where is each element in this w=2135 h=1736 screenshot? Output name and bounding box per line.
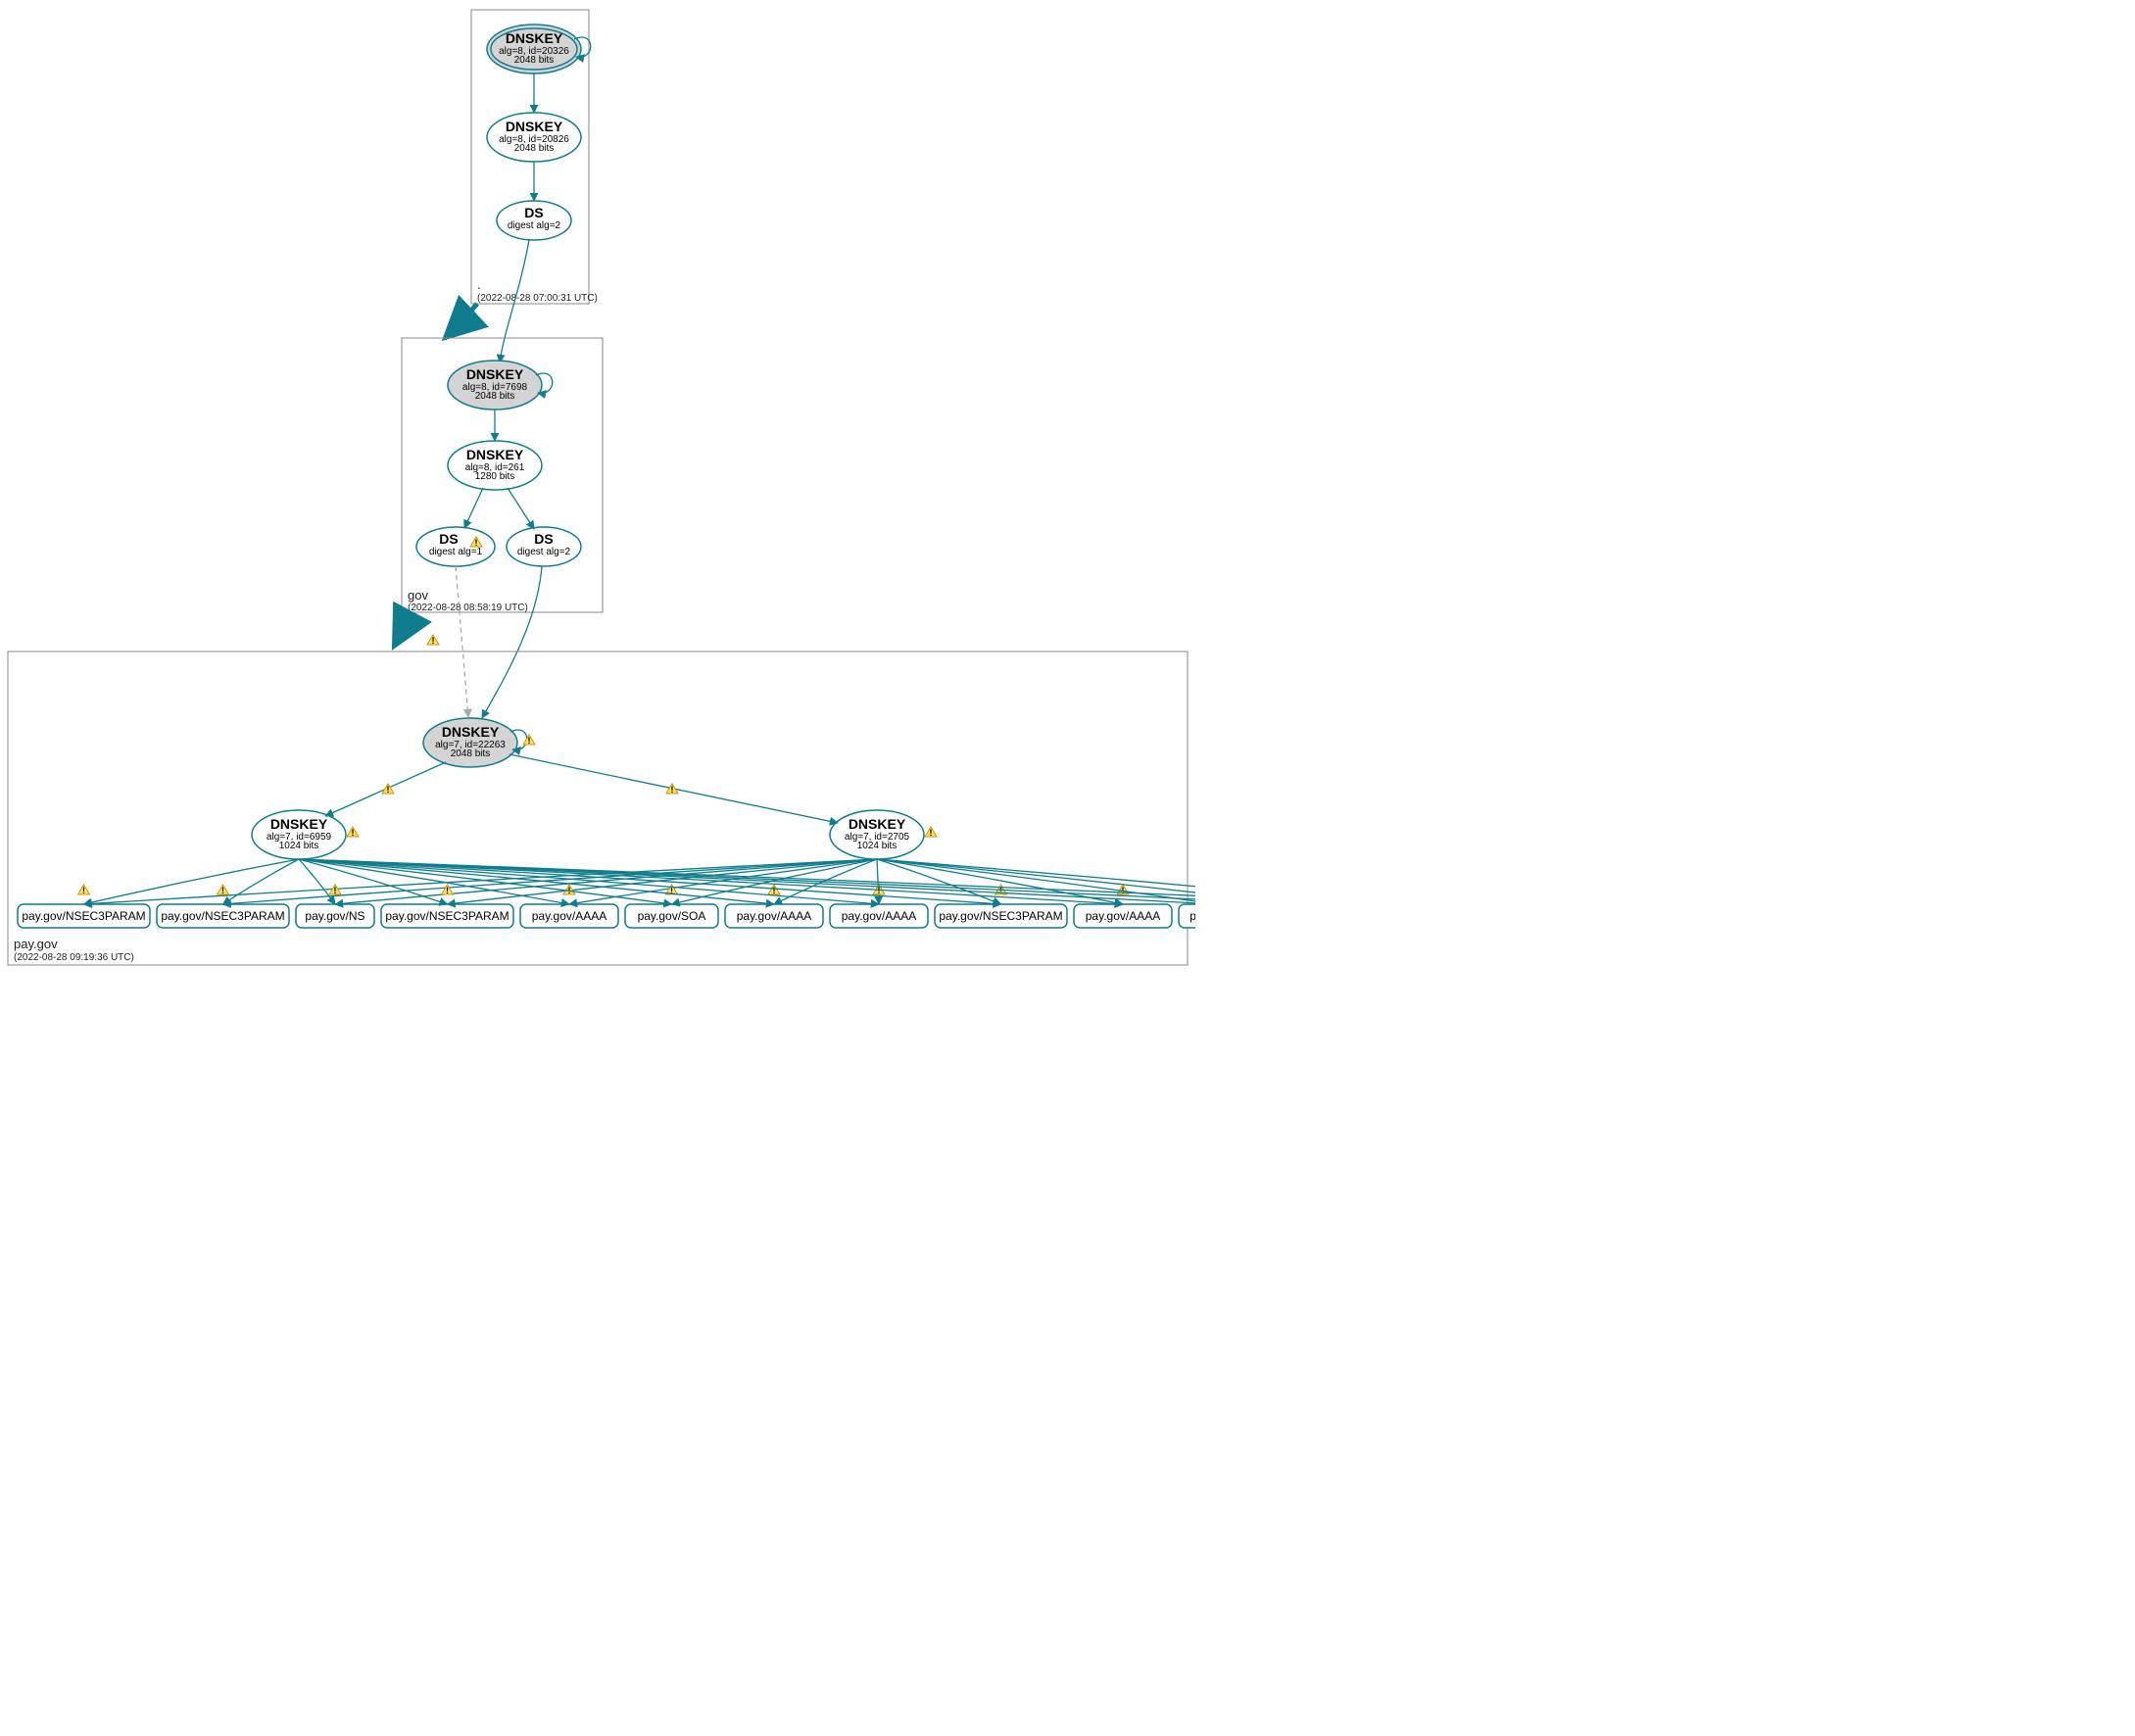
svg-text:!: ! — [387, 785, 390, 795]
svg-text:!: ! — [352, 828, 355, 838]
svg-text:DNSKEY: DNSKEY — [849, 816, 906, 832]
svg-text:DS: DS — [524, 205, 543, 220]
warning-icon: ! — [427, 635, 439, 646]
zone-arrow-root-gov — [445, 304, 477, 338]
zone-arrow-gov-pay — [394, 612, 412, 647]
node-gov-ds1: DS digest alg=1 — [416, 527, 495, 566]
svg-text:!: ! — [221, 886, 224, 895]
svg-text:DNSKEY: DNSKEY — [442, 724, 500, 740]
record-label: pay.gov/NSEC3PARAM — [385, 909, 509, 923]
record-label: pay.gov/SOA — [638, 909, 706, 923]
node-pay-ksk: DNSKEY alg=7, id=22263 2048 bits — [423, 718, 517, 767]
warning-icon: ! — [218, 885, 229, 895]
node-pay-zsk1: DNSKEY alg=7, id=6959 1024 bits — [252, 810, 346, 859]
warning-icon: ! — [442, 885, 454, 895]
warning-icon: ! — [382, 784, 394, 795]
record-label: pay.gov/AAAA — [532, 909, 607, 923]
zone-root-label: . — [477, 277, 481, 292]
svg-text:!: ! — [671, 785, 674, 795]
svg-text:DS: DS — [534, 531, 553, 547]
warning-icon: ! — [329, 885, 341, 895]
svg-text:DNSKEY: DNSKEY — [466, 447, 524, 462]
record-label: pay.gov/NSEC3PARAM — [161, 909, 284, 923]
record-label: pay.gov/AAAA — [842, 909, 917, 923]
zone-pay-label: pay.gov — [14, 937, 58, 951]
zone-pay-ts: (2022-08-28 09:19:36 UTC) — [14, 952, 134, 963]
svg-text:1280 bits: 1280 bits — [475, 471, 515, 482]
zone-gov: gov (2022-08-28 08:58:19 UTC) DNSKEY alg… — [402, 338, 603, 613]
svg-text:digest alg=2: digest alg=2 — [517, 547, 571, 557]
record-label: pay.gov/NSEC3PARAM — [939, 909, 1062, 923]
svg-text:!: ! — [930, 828, 933, 838]
record-label: pay.gov/NS — [305, 909, 364, 923]
node-pay-zsk2: DNSKEY alg=7, id=2705 1024 bits — [830, 810, 924, 859]
warning-icon: ! — [925, 827, 937, 838]
warning-icon: ! — [768, 885, 780, 895]
warning-icon: ! — [78, 885, 90, 895]
record-label: pay.gov/A — [1189, 909, 1195, 923]
svg-text:2048 bits: 2048 bits — [475, 391, 515, 402]
zone-root-ts: (2022-08-28 07:00:31 UTC) — [477, 293, 598, 304]
svg-text:!: ! — [528, 736, 531, 746]
svg-text:!: ! — [475, 538, 478, 548]
svg-text:!: ! — [334, 886, 337, 895]
edge-govds1-payksk — [456, 566, 468, 717]
zone-gov-label: gov — [408, 588, 428, 603]
svg-text:!: ! — [432, 636, 435, 646]
warning-icon: ! — [347, 827, 359, 838]
svg-text:!: ! — [82, 886, 85, 895]
svg-text:digest alg=2: digest alg=2 — [508, 220, 561, 231]
zone-pay: pay.gov (2022-08-28 09:19:36 UTC) DNSKEY… — [8, 651, 1195, 965]
node-gov-zsk: DNSKEY alg=8, id=261 1280 bits — [448, 441, 542, 490]
svg-text:DNSKEY: DNSKEY — [506, 119, 563, 134]
svg-text:2048 bits: 2048 bits — [514, 55, 555, 66]
svg-text:!: ! — [773, 886, 776, 895]
svg-text:!: ! — [446, 886, 449, 895]
edge-govzsk-ds2 — [508, 488, 534, 529]
zone-root: . (2022-08-28 07:00:31 UTC) DNSKEY alg=8… — [471, 10, 598, 304]
node-root-ds: DS digest alg=2 — [497, 201, 571, 240]
svg-text:2048 bits: 2048 bits — [451, 748, 491, 759]
edge-govzsk-ds1 — [464, 488, 483, 528]
zone-gov-ts: (2022-08-28 08:58:19 UTC) — [408, 603, 528, 613]
records-layer: pay.gov/NSEC3PARAM! pay.gov/NSEC3PARAM! pa… — [18, 859, 1195, 928]
edge-govds2-payksk — [482, 566, 542, 718]
record-label: pay.gov/AAAA — [1086, 909, 1161, 923]
svg-text:1024 bits: 1024 bits — [279, 841, 319, 851]
svg-text:DNSKEY: DNSKEY — [270, 816, 328, 832]
dnssec-diagram: . (2022-08-28 07:00:31 UTC) DNSKEY alg=8… — [0, 0, 1195, 972]
record-label: pay.gov/NSEC3PARAM — [22, 909, 145, 923]
svg-text:1024 bits: 1024 bits — [857, 841, 898, 851]
node-gov-ds2: DS digest alg=2 — [507, 527, 581, 566]
node-root-ksk: DNSKEY alg=8, id=20326 2048 bits — [487, 24, 581, 73]
warning-icon: ! — [523, 735, 535, 746]
node-root-zsk: DNSKEY alg=8, id=20826 2048 bits — [487, 113, 581, 162]
svg-text:digest alg=1: digest alg=1 — [429, 547, 483, 557]
record-label: pay.gov/AAAA — [737, 909, 812, 923]
svg-text:2048 bits: 2048 bits — [514, 143, 555, 154]
node-gov-ksk: DNSKEY alg=8, id=7698 2048 bits — [448, 361, 542, 410]
svg-text:DNSKEY: DNSKEY — [466, 366, 524, 382]
svg-text:DNSKEY: DNSKEY — [506, 30, 563, 46]
svg-text:DS: DS — [439, 531, 458, 547]
